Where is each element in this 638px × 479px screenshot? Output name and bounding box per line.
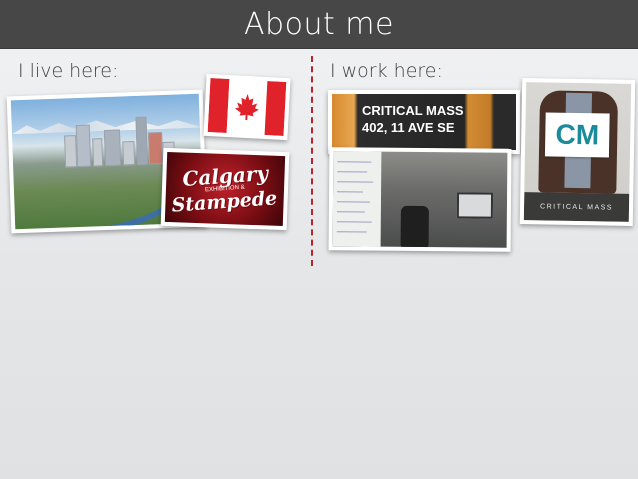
office-desk-photo xyxy=(328,147,512,252)
live-heading: I live here: xyxy=(18,60,119,82)
laptop xyxy=(456,192,494,219)
work-heading: I work here: xyxy=(330,60,443,82)
whiteboard-writing xyxy=(336,201,370,203)
whiteboard-writing xyxy=(336,231,367,233)
whiteboard-writing xyxy=(336,211,365,213)
building xyxy=(148,132,164,165)
cm-caption: CRITICAL MASS xyxy=(540,202,614,212)
flag-band-right xyxy=(264,81,287,136)
whiteboard-writing xyxy=(337,181,374,183)
column-divider xyxy=(311,56,313,266)
cm-logo-card: CM xyxy=(544,112,610,158)
whiteboard-writing xyxy=(337,161,372,163)
office-sign-text: CRITICAL MASS 402, 11 AVE SE xyxy=(362,102,464,136)
building xyxy=(135,116,149,165)
title-bar: About me xyxy=(0,0,638,49)
critical-mass-photo: CM CRITICAL MASS xyxy=(519,78,636,226)
office-sign-photo: CRITICAL MASS 402, 11 AVE SE xyxy=(328,90,520,154)
cm-logo: CM xyxy=(555,118,600,151)
stampede-logo-line2: Stampede xyxy=(171,187,279,217)
whiteboard-writing xyxy=(337,171,368,173)
building xyxy=(75,124,92,168)
whiteboard-writing xyxy=(336,221,372,223)
building xyxy=(103,129,122,167)
office-chair xyxy=(400,205,429,248)
canada-flag-photo xyxy=(203,73,291,141)
maple-leaf-icon xyxy=(234,94,259,121)
river xyxy=(41,175,180,230)
calgary-stampede-photo: Calgary EXHIBITION & Stampede xyxy=(160,147,290,231)
building xyxy=(64,135,78,168)
office-sign-line1: CRITICAL MASS xyxy=(362,103,464,118)
cm-caption-bar: CRITICAL MASS xyxy=(523,192,630,222)
office-sign-line2: 402, 11 AVE SE xyxy=(362,120,455,135)
building xyxy=(92,138,104,167)
flag-center xyxy=(226,79,268,135)
slide-title: About me xyxy=(244,6,394,42)
building xyxy=(122,141,136,166)
whiteboard xyxy=(332,151,382,247)
whiteboard-writing xyxy=(337,191,364,193)
